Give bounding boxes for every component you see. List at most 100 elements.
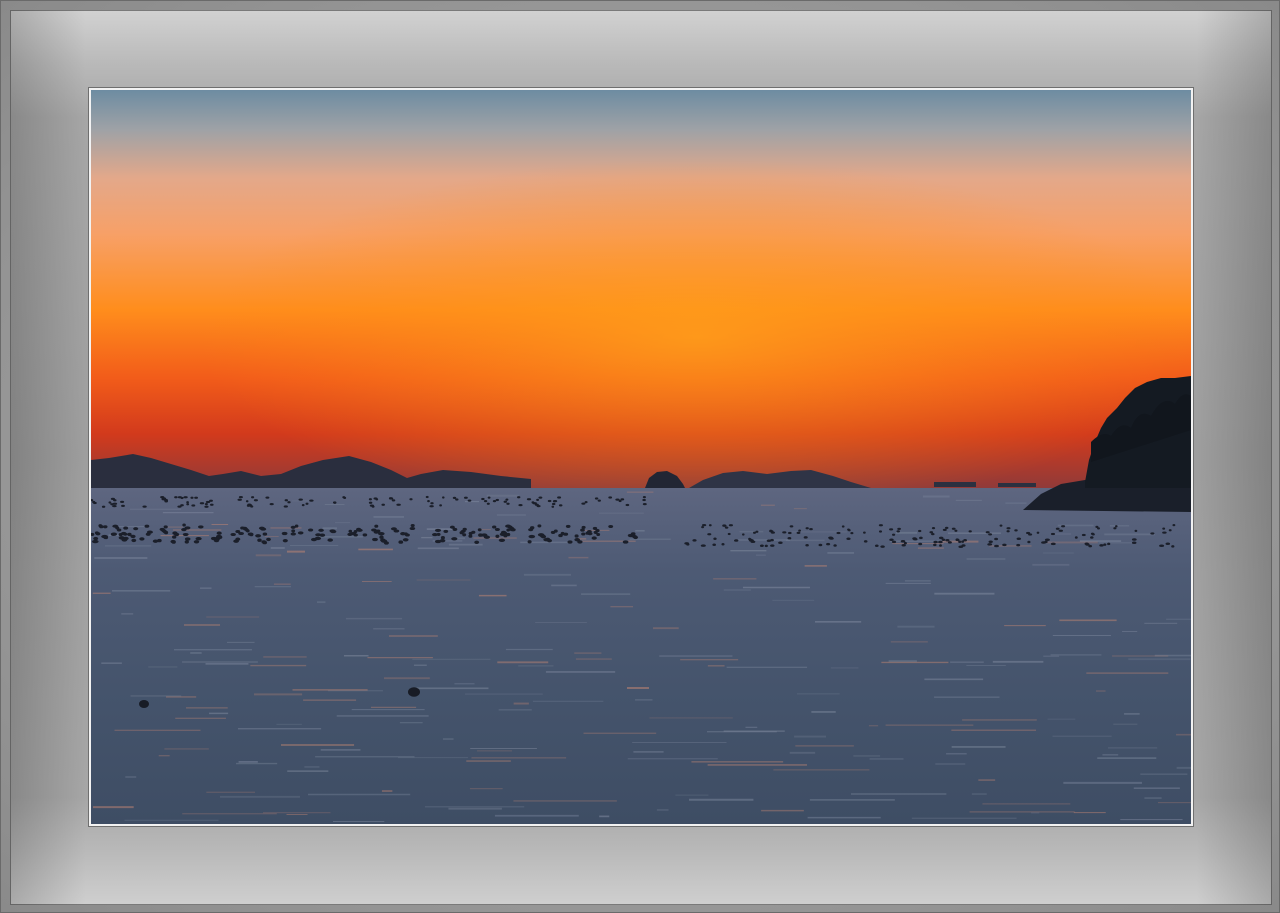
buoy (486, 502, 490, 505)
buoy (958, 540, 962, 544)
buoy (282, 539, 288, 543)
buoy (121, 538, 128, 542)
buoy (642, 495, 646, 499)
buoy (633, 535, 639, 540)
buoy (1085, 543, 1090, 546)
buoy (123, 526, 129, 530)
buoy (526, 498, 532, 501)
buoy (913, 538, 918, 541)
buoy (755, 530, 759, 533)
buoy (368, 501, 373, 504)
buoy (182, 523, 186, 527)
buoy (396, 503, 401, 506)
buoy (216, 531, 222, 535)
buoy (145, 532, 151, 536)
buoy (1150, 532, 1155, 535)
buoy (1050, 532, 1056, 536)
buoy (213, 538, 220, 543)
buoy (319, 533, 326, 537)
buoy (210, 503, 214, 506)
buoy (216, 534, 222, 539)
buoy (133, 527, 139, 531)
buoy (284, 499, 288, 502)
buoy (121, 531, 127, 536)
buoy (121, 504, 125, 508)
buoy (994, 544, 999, 548)
buoy (305, 502, 309, 505)
buoy (742, 533, 745, 536)
buoy (240, 526, 245, 530)
buoy (142, 505, 147, 508)
buoy (833, 544, 837, 547)
buoy (182, 532, 189, 537)
buoy (237, 498, 242, 501)
buoy (537, 524, 542, 528)
buoy (1061, 525, 1066, 528)
buoy (375, 498, 379, 501)
buoy (1131, 541, 1137, 545)
buoy (553, 529, 558, 533)
buoy (301, 503, 305, 507)
buoy (186, 501, 189, 504)
buoy (297, 531, 304, 535)
buoy (505, 524, 512, 528)
buoy (1081, 533, 1086, 537)
buoy (183, 496, 188, 499)
buoy (442, 496, 445, 499)
buoy (451, 537, 458, 541)
buoy (841, 525, 845, 528)
buoy (722, 524, 727, 527)
buoy (903, 541, 907, 545)
buoy (251, 496, 255, 499)
buoy (727, 532, 731, 536)
buoy (281, 531, 288, 536)
buoy (538, 496, 543, 499)
buoy (770, 544, 775, 547)
buoy (101, 505, 106, 508)
buoy (987, 543, 993, 546)
buoy (931, 526, 936, 530)
buoy (391, 499, 396, 502)
buoy (787, 531, 792, 535)
buoy (878, 530, 883, 533)
buoy (194, 496, 198, 499)
buoy (733, 539, 739, 542)
buoy (318, 528, 324, 532)
buoy (686, 543, 690, 546)
buoy (878, 524, 883, 527)
buoy (492, 499, 497, 503)
buoy (462, 533, 467, 537)
buoy (770, 538, 774, 542)
buoy (587, 530, 592, 534)
buoy (728, 524, 733, 527)
buoy (608, 524, 614, 529)
buoy (127, 532, 132, 537)
buoy (1103, 543, 1107, 546)
buoy (713, 537, 717, 540)
buoy (477, 528, 482, 532)
buoy (942, 528, 947, 532)
buoy (1028, 533, 1033, 536)
buoy (429, 505, 434, 508)
buoy (939, 544, 942, 547)
buoy (597, 499, 601, 502)
buoy (750, 540, 756, 544)
buoy (471, 530, 476, 534)
buoy (290, 525, 296, 529)
buoy (290, 532, 296, 536)
buoy (999, 524, 1003, 527)
buoy (113, 499, 117, 502)
buoy (1097, 527, 1100, 530)
buoy (163, 525, 168, 529)
buoy (560, 531, 565, 536)
buoy (796, 531, 801, 535)
buoy (547, 499, 552, 503)
buoy (700, 544, 706, 547)
buoy (139, 537, 145, 541)
buoy (889, 528, 894, 531)
buoy (1036, 531, 1040, 534)
buoy (577, 540, 583, 544)
buoy (778, 541, 783, 545)
buoy (1134, 529, 1138, 533)
buoy (1162, 531, 1167, 534)
